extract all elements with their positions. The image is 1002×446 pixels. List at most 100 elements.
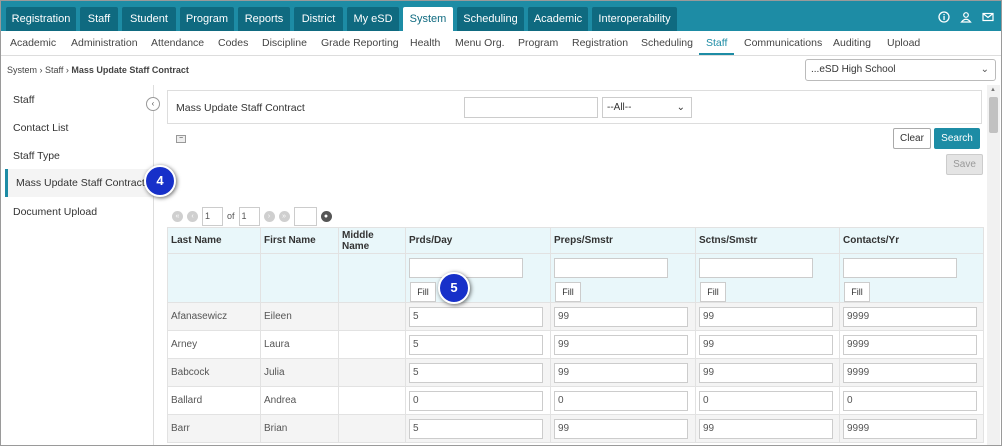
contacts-input[interactable]: 9999 <box>843 418 977 439</box>
cell-first-name: Andrea <box>260 386 339 415</box>
last-page-icon[interactable]: » <box>278 210 290 222</box>
page-number-input[interactable]: 1 <box>202 206 223 226</box>
school-select[interactable]: ...eSD High School ⌄ <box>805 59 996 81</box>
fill-sctns-button[interactable]: Fill <box>700 282 726 302</box>
sub-nav-grade-reporting[interactable]: Grade Reporting <box>321 31 399 55</box>
col-first-name[interactable]: First Name <box>260 227 339 254</box>
sctns-input[interactable]: 99 <box>699 418 833 439</box>
sctns-input[interactable]: 99 <box>699 306 833 327</box>
contacts-input[interactable]: 0 <box>843 390 977 411</box>
contacts-input[interactable]: 9999 <box>843 334 977 355</box>
contacts-input[interactable]: 9999 <box>843 306 977 327</box>
fill-contacts-button[interactable]: Fill <box>844 282 870 302</box>
preps-input[interactable]: 0 <box>554 390 688 411</box>
prev-page-icon[interactable]: ‹ <box>187 210 198 222</box>
sidebar-item-document-upload[interactable]: Document Upload <box>13 206 97 218</box>
top-nav-academic[interactable]: Academic <box>528 7 588 31</box>
total-pages: 1 <box>238 206 260 226</box>
info-icon[interactable] <box>937 11 951 25</box>
preps-input[interactable]: 99 <box>554 306 688 327</box>
cell-middle-name <box>338 386 406 415</box>
col-middle-name[interactable]: Middle Name <box>338 227 406 254</box>
sub-nav-administration[interactable]: Administration <box>71 31 138 55</box>
col-contacts-yr[interactable]: Contacts/Yr <box>839 227 984 254</box>
top-nav-staff[interactable]: Staff <box>80 7 118 31</box>
cell-middle-name <box>338 302 406 331</box>
sub-nav-attendance[interactable]: Attendance <box>151 31 204 55</box>
search-input[interactable] <box>464 97 598 118</box>
sub-nav-staff[interactable]: Staff <box>699 31 735 55</box>
prds-input[interactable]: 5 <box>409 418 543 439</box>
col-prds-day[interactable]: Prds/Day <box>405 227 551 254</box>
prds-input[interactable]: 5 <box>409 306 543 327</box>
status-dropdown-value: --All-- <box>607 102 632 113</box>
sub-nav-health[interactable]: Health <box>410 31 440 55</box>
cell-first-name: Eileen <box>260 302 339 331</box>
sctns-input[interactable]: 0 <box>699 390 833 411</box>
fill-prds-input[interactable] <box>409 258 523 278</box>
search-button[interactable]: Search <box>934 128 980 149</box>
cell-first-name: Laura <box>260 330 339 359</box>
sub-nav-discipline[interactable]: Discipline <box>262 31 307 55</box>
sidebar-item-mass-update-staff-contract[interactable]: Mass Update Staff Contract <box>5 169 153 197</box>
sub-nav-codes[interactable]: Codes <box>218 31 248 55</box>
top-nav-scheduling[interactable]: Scheduling <box>457 7 524 31</box>
breadcrumb-staff[interactable]: Staff <box>45 65 63 75</box>
collapse-sidebar-icon[interactable]: ‹ <box>146 97 160 111</box>
prds-input[interactable]: 5 <box>409 362 543 383</box>
refresh-icon[interactable]: ● <box>320 210 332 222</box>
prds-input[interactable]: 5 <box>409 334 543 355</box>
fill-contacts-input[interactable] <box>843 258 957 278</box>
sub-nav-upload[interactable]: Upload <box>887 31 920 55</box>
collapse-panel-icon[interactable]: − <box>176 135 186 143</box>
next-page-icon[interactable]: › <box>263 210 275 222</box>
status-dropdown[interactable]: --All-- ⌄ <box>602 97 692 118</box>
sctns-input[interactable]: 99 <box>699 362 833 383</box>
cell-last-name: Ballard <box>167 386 261 415</box>
scroll-up-icon[interactable]: ▲ <box>990 87 996 93</box>
page-size-input[interactable] <box>293 206 317 226</box>
save-button[interactable]: Save <box>946 154 983 175</box>
preps-input[interactable]: 99 <box>554 334 688 355</box>
prds-input[interactable]: 0 <box>409 390 543 411</box>
breadcrumb-system[interactable]: System <box>7 65 37 75</box>
fill-preps-input[interactable] <box>554 258 668 278</box>
fill-prds-button[interactable]: Fill <box>410 282 436 302</box>
sidebar-item-contact-list[interactable]: Contact List <box>13 122 68 134</box>
top-nav-registration[interactable]: Registration <box>6 7 76 31</box>
top-nav-interoperability[interactable]: Interoperability <box>592 7 677 31</box>
mail-icon[interactable] <box>981 11 995 25</box>
top-nav-system[interactable]: System <box>403 7 453 31</box>
fill-preps-button[interactable]: Fill <box>555 282 581 302</box>
sctns-input[interactable]: 99 <box>699 334 833 355</box>
sidebar-item-staff[interactable]: Staff <box>13 94 34 106</box>
col-sctns-smstr[interactable]: Sctns/Smstr <box>695 227 840 254</box>
sub-nav-program[interactable]: Program <box>518 31 558 55</box>
top-nav-student[interactable]: Student <box>122 7 176 31</box>
breadcrumb: System › Staff › Mass Update Staff Contr… <box>7 65 189 75</box>
sub-nav-communications[interactable]: Communications <box>744 31 822 55</box>
clear-button[interactable]: Clear <box>893 128 931 149</box>
cell-first-name: Julia <box>260 358 339 387</box>
top-nav-reports[interactable]: Reports <box>238 7 290 31</box>
vertical-scrollbar[interactable]: ▲ <box>987 85 1000 445</box>
col-preps-smstr[interactable]: Preps/Smstr <box>550 227 696 254</box>
user-icon[interactable] <box>959 11 973 25</box>
preps-input[interactable]: 99 <box>554 418 688 439</box>
fill-sctns-input[interactable] <box>699 258 813 278</box>
pager-of-label: of <box>227 211 235 221</box>
top-nav-my-esd[interactable]: My eSD <box>347 7 399 31</box>
sub-nav-registration[interactable]: Registration <box>572 31 628 55</box>
top-nav-district[interactable]: District <box>294 7 343 31</box>
first-page-icon[interactable]: « <box>172 210 183 222</box>
sub-nav-auditing[interactable]: Auditing <box>833 31 871 55</box>
sidebar-item-staff-type[interactable]: Staff Type <box>13 150 60 162</box>
col-last-name[interactable]: Last Name <box>167 227 261 254</box>
sub-nav-menu-org[interactable]: Menu Org. <box>455 31 505 55</box>
top-nav-program[interactable]: Program <box>180 7 234 31</box>
sub-nav-academic[interactable]: Academic <box>10 31 56 55</box>
preps-input[interactable]: 99 <box>554 362 688 383</box>
scrollbar-thumb[interactable] <box>989 97 998 133</box>
sub-nav-scheduling[interactable]: Scheduling <box>641 31 693 55</box>
contacts-input[interactable]: 9999 <box>843 362 977 383</box>
